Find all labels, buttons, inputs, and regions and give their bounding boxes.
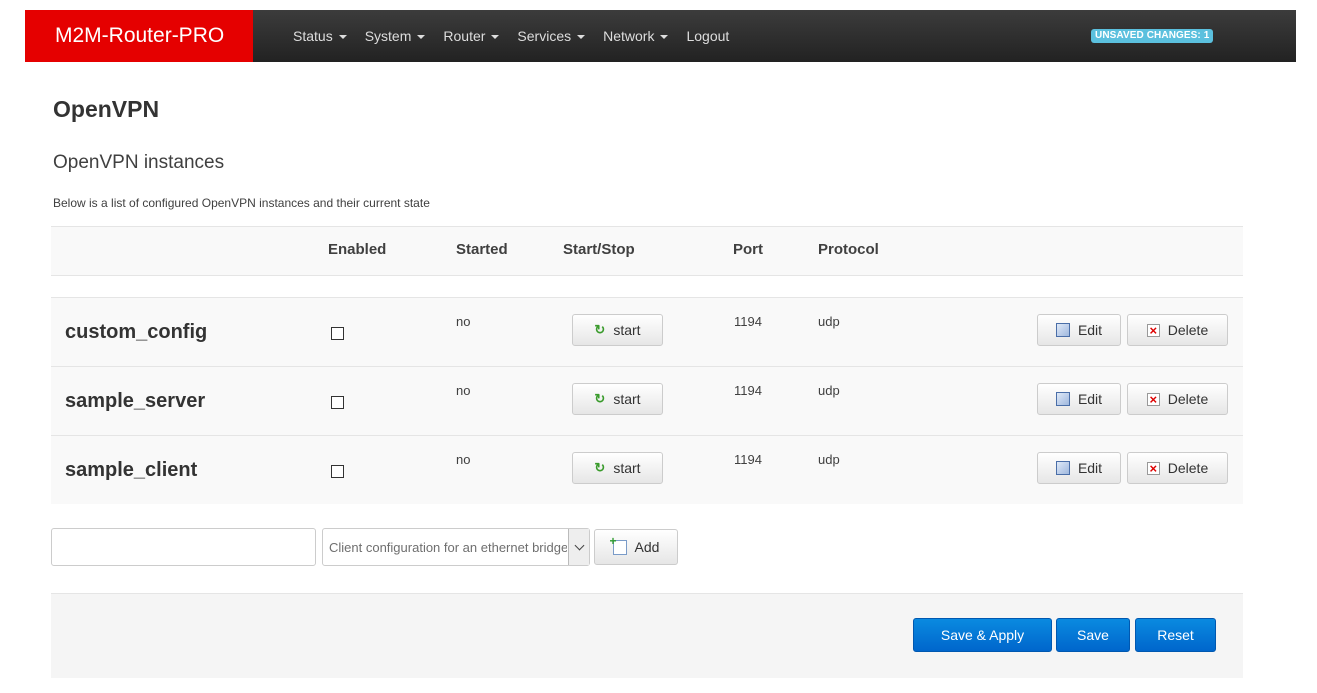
edit-label: Edit <box>1077 391 1103 407</box>
edit-icon <box>1055 323 1070 337</box>
started-value: no <box>456 452 471 467</box>
protocol-value: udp <box>818 452 840 467</box>
start-label: start <box>613 322 641 338</box>
instance-name: custom_config <box>65 321 208 343</box>
port-value: 1194 <box>734 452 762 467</box>
edit-button[interactable]: Edit <box>1037 452 1121 484</box>
caret-down-icon <box>660 35 669 39</box>
edit-button[interactable]: Edit <box>1037 383 1121 415</box>
edit-icon <box>1055 461 1070 475</box>
edit-icon <box>1055 392 1070 406</box>
add-button[interactable]: Add <box>594 529 678 565</box>
start-label: start <box>613 391 641 407</box>
edit-button[interactable]: Edit <box>1037 314 1121 346</box>
table-row: custom_config no ↻ start 1194 udp Edit × D… <box>51 297 1243 366</box>
save-button[interactable]: Save <box>1056 618 1130 652</box>
delete-label: Delete <box>1167 391 1209 407</box>
protocol-value: udp <box>818 314 840 329</box>
table-header <box>51 226 1243 276</box>
table-row: sample_client no ↻ start 1194 udp Edit × D… <box>51 435 1243 504</box>
table-spacer <box>51 275 1243 297</box>
save-apply-button[interactable]: Save & Apply <box>913 618 1052 652</box>
delete-label: Delete <box>1167 460 1209 476</box>
caret-down-icon <box>417 35 426 39</box>
refresh-icon: ↻ <box>594 391 606 406</box>
add-icon <box>610 534 627 555</box>
delete-button[interactable]: × Delete <box>1127 383 1228 415</box>
start-button[interactable]: ↻ start <box>572 383 663 415</box>
caret-down-icon <box>577 35 586 39</box>
delete-button[interactable]: × Delete <box>1127 452 1228 484</box>
menu-logout[interactable]: Logout <box>686 28 729 44</box>
instance-name-input[interactable] <box>51 528 316 566</box>
menu-services[interactable]: Services <box>517 28 586 44</box>
menu-status-label: Status <box>293 28 333 44</box>
menu-services-label: Services <box>517 28 572 44</box>
menu-status[interactable]: Status <box>293 28 347 44</box>
table-row: sample_server no ↻ start 1194 udp Edit × D… <box>51 366 1243 435</box>
top-navbar: M2M-Router-PRO Status System Router Serv… <box>25 10 1296 62</box>
delete-button[interactable]: × Delete <box>1127 314 1228 346</box>
started-value: no <box>456 383 471 398</box>
protocol-value: udp <box>818 383 840 398</box>
menu-system[interactable]: System <box>365 28 426 44</box>
template-select-value: Client configuration for an ethernet bri… <box>329 540 567 555</box>
menu-router-label: Router <box>443 28 486 44</box>
template-select[interactable]: Client configuration for an ethernet bri… <box>322 528 590 566</box>
start-button[interactable]: ↻ start <box>572 452 663 484</box>
section-description: Below is a list of configured OpenVPN in… <box>53 196 430 210</box>
header-start-stop: Start/Stop <box>563 241 635 258</box>
enabled-checkbox[interactable] <box>331 465 344 478</box>
caret-down-icon <box>338 35 347 39</box>
edit-label: Edit <box>1077 322 1103 338</box>
menu-network-label: Network <box>603 28 655 44</box>
menu-router[interactable]: Router <box>443 28 500 44</box>
refresh-icon: ↻ <box>594 322 606 337</box>
menu-network[interactable]: Network <box>603 28 669 44</box>
start-button[interactable]: ↻ start <box>572 314 663 346</box>
enabled-checkbox[interactable] <box>331 396 344 409</box>
brand-logo[interactable]: M2M-Router-PRO <box>25 10 253 62</box>
refresh-icon: ↻ <box>594 460 606 475</box>
edit-label: Edit <box>1077 460 1103 476</box>
instance-name: sample_server <box>65 390 206 412</box>
chevron-down-icon <box>568 529 589 565</box>
menu-system-label: System <box>364 28 412 44</box>
caret-down-icon <box>491 35 500 39</box>
menu-logout-label: Logout <box>686 28 730 44</box>
header-enabled: Enabled <box>328 241 387 258</box>
start-label: start <box>613 460 641 476</box>
add-label: Add <box>634 539 660 555</box>
reset-button[interactable]: Reset <box>1135 618 1216 652</box>
enabled-checkbox[interactable] <box>331 327 344 340</box>
unsaved-changes-badge[interactable]: UNSAVED CHANGES: 1 <box>1091 29 1214 43</box>
delete-label: Delete <box>1167 322 1209 338</box>
instance-name: sample_client <box>65 459 198 481</box>
header-protocol: Protocol <box>818 241 879 258</box>
header-port: Port <box>733 241 763 258</box>
page-title: OpenVPN <box>53 96 160 122</box>
started-value: no <box>456 314 471 329</box>
form-actions: Save & Apply Save Reset <box>51 593 1243 678</box>
header-started: Started <box>456 241 508 258</box>
delete-icon: × <box>1146 323 1160 337</box>
delete-icon: × <box>1146 392 1160 406</box>
port-value: 1194 <box>734 383 762 398</box>
delete-icon: × <box>1146 461 1160 475</box>
main-menu: Status System Router Services Network Lo… <box>293 10 747 62</box>
port-value: 1194 <box>734 314 762 329</box>
section-title: OpenVPN instances <box>53 152 225 173</box>
